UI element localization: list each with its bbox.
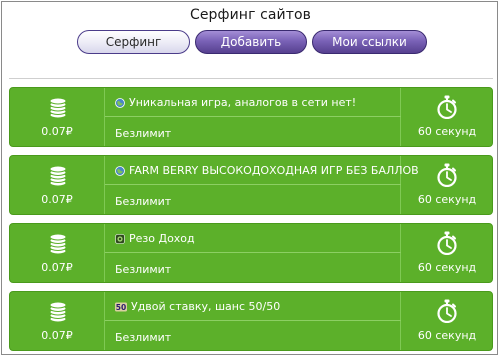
site-title-link[interactable]: FARM BERRY ВЫСОКОДОХОДНАЯ ИГР БЕЗ БАЛЛОВ [129, 164, 419, 177]
divider [105, 116, 401, 117]
site-info-cell: Резо Доход Безлимит [104, 224, 401, 282]
stopwatch-icon [437, 95, 457, 119]
surfing-panel: Серфинг сайтов Серфинг Добавить Мои ссыл… [1, 1, 498, 355]
surf-task-card[interactable]: 0.07₽ 50 Удвой ставку, шанс 50/50 Безлим… [9, 291, 493, 351]
stopwatch-icon [437, 163, 457, 187]
duration-label: 60 секунд [417, 193, 477, 206]
fifty-badge-icon: 50 [115, 302, 127, 312]
globe-icon [115, 98, 125, 108]
divider [105, 252, 401, 253]
coins-icon [49, 301, 67, 323]
surf-task-card[interactable]: 0.07₽ Уникальная игра, аналогов в сети н… [9, 87, 493, 147]
duration-label: 60 секунд [417, 261, 477, 274]
my-links-button[interactable]: Мои ссылки [312, 30, 427, 54]
reward-cell: 0.07₽ [10, 224, 104, 282]
coins-icon [49, 233, 67, 255]
site-info-cell: FARM BERRY ВЫСОКОДОХОДНАЯ ИГР БЕЗ БАЛЛОВ… [104, 156, 419, 214]
reward-cell: 0.07₽ [10, 292, 104, 350]
reward-cell: 0.07₽ [10, 156, 104, 214]
reward-price: 0.07₽ [41, 261, 73, 274]
coins-icon [49, 165, 67, 187]
page-title: Серфинг сайтов [189, 7, 312, 23]
reward-price: 0.07₽ [41, 193, 73, 206]
duration-cell: 60 секунд [401, 292, 493, 350]
duration-cell: 60 секунд [401, 88, 493, 146]
site-title-link[interactable]: Уникальная игра, аналогов в сети нет! [129, 96, 356, 109]
divider [105, 320, 401, 321]
site-info-cell: 50 Удвой ставку, шанс 50/50 Безлимит [104, 292, 401, 350]
duration-cell: 60 секунд [401, 156, 493, 214]
view-limit: Безлимит [115, 127, 172, 140]
site-logo-icon [115, 234, 125, 244]
divider [105, 184, 401, 185]
surf-task-card[interactable]: 0.07₽ FARM BERRY ВЫСОКОДОХОДНАЯ ИГР БЕЗ … [9, 155, 493, 215]
surf-task-card[interactable]: 0.07₽ Резо Доход Безлимит 60 секунд [9, 223, 493, 283]
stopwatch-icon [437, 231, 457, 255]
reward-cell: 0.07₽ [10, 88, 104, 146]
stopwatch-icon [437, 299, 457, 323]
reward-price: 0.07₽ [41, 329, 73, 342]
view-limit: Безлимит [115, 263, 172, 276]
globe-icon [115, 166, 125, 176]
site-title-link[interactable]: Резо Доход [129, 232, 195, 245]
duration-cell: 60 секунд [401, 224, 493, 282]
duration-label: 60 секунд [417, 329, 477, 342]
site-title-link[interactable]: Удвой ставку, шанс 50/50 [131, 300, 280, 313]
coins-icon [49, 97, 67, 119]
duration-label: 60 секунд [417, 125, 477, 138]
view-limit: Безлимит [115, 331, 172, 344]
divider [9, 78, 493, 79]
badge-text: 50 [116, 303, 126, 312]
view-limit: Безлимит [115, 195, 172, 208]
reward-price: 0.07₽ [41, 125, 73, 138]
surfing-tab-button[interactable]: Серфинг [77, 30, 190, 54]
add-site-button[interactable]: Добавить [195, 30, 307, 54]
site-info-cell: Уникальная игра, аналогов в сети нет! Бе… [104, 88, 401, 146]
